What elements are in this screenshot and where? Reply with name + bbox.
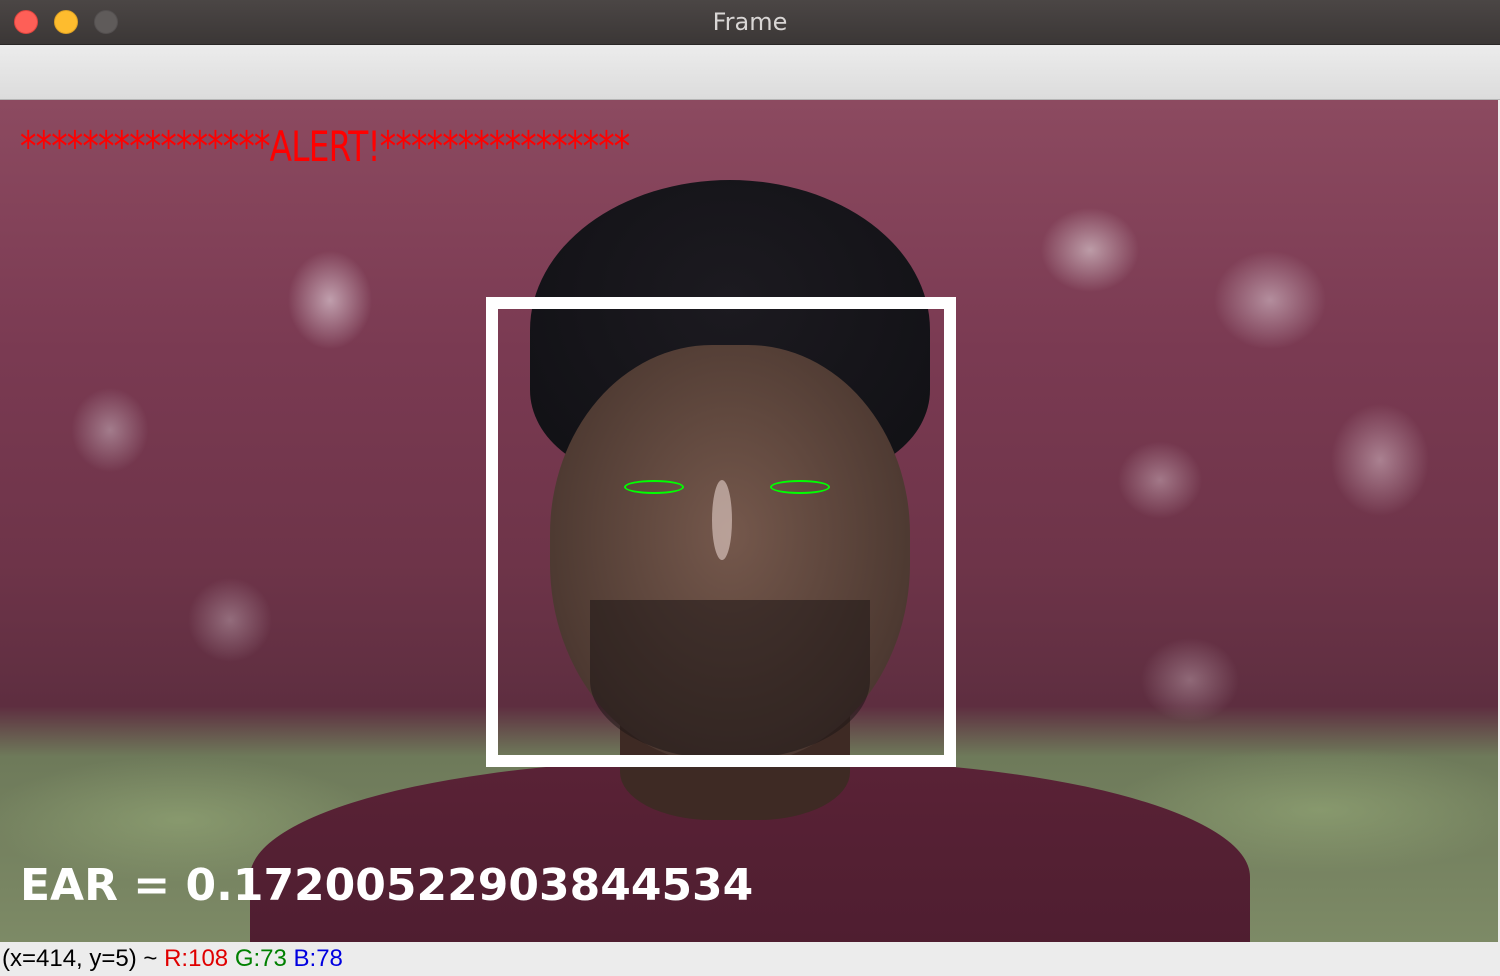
pixel-blue-value: B:78 — [293, 945, 343, 972]
face-detection-box — [486, 297, 956, 767]
ear-readout: EAR = 0.17200522903844534 — [20, 860, 754, 911]
pixel-red-value: R:108 — [164, 945, 229, 972]
window-title: Frame — [712, 8, 788, 36]
cursor-coords: (x=414, y=5) ~ — [2, 945, 165, 972]
toolbar — [0, 45, 1500, 100]
video-frame[interactable]: ****************ALERT!**************** E… — [0, 100, 1498, 942]
title-bar[interactable]: Frame — [0, 0, 1500, 45]
pixel-green-value: G:73 — [234, 945, 287, 972]
opencv-window: Frame ****************ALERT!************… — [0, 0, 1500, 976]
alert-text: ****************ALERT!**************** — [20, 122, 630, 171]
left-eye-contour — [624, 480, 684, 494]
right-eye-contour — [770, 480, 830, 494]
status-bar: (x=414, y=5) ~ R:108 G:73 B:78 — [0, 942, 1500, 976]
